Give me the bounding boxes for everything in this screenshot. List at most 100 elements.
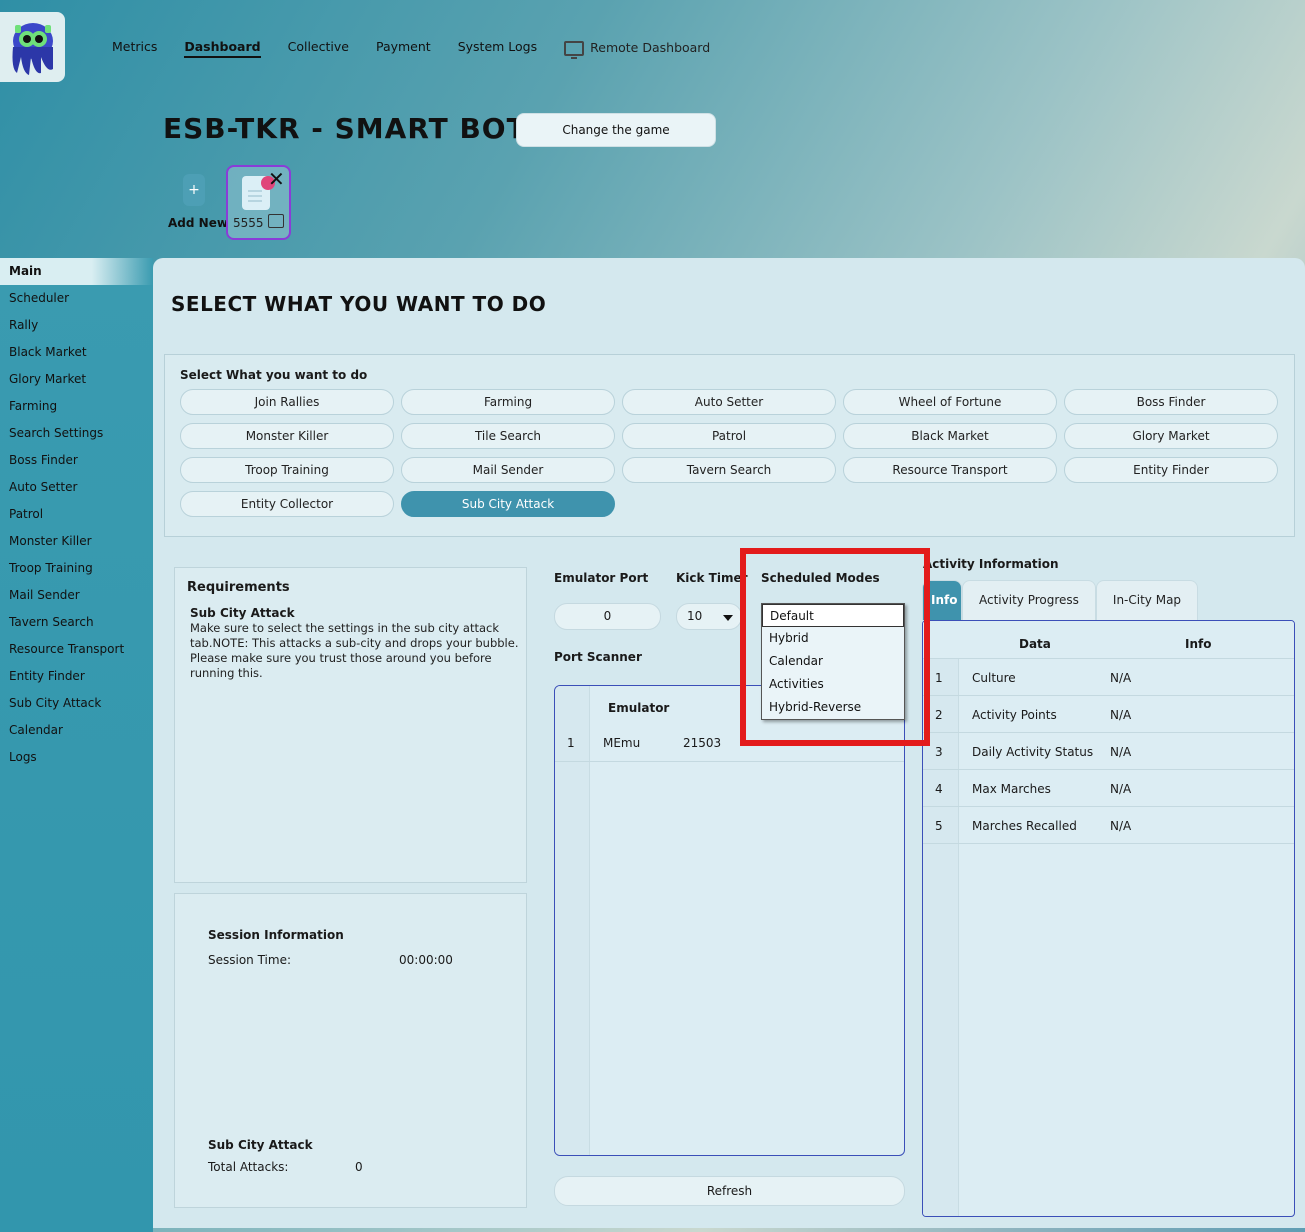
sidebar-item-monster-killer[interactable]: Monster Killer	[0, 528, 153, 555]
nav-system-logs[interactable]: System Logs	[458, 38, 537, 58]
tab-activity-progress[interactable]: Activity Progress	[962, 580, 1096, 620]
row-index: 4	[935, 782, 943, 796]
sidebar-item-glory-market[interactable]: Glory Market	[0, 366, 153, 393]
page-title: ESB-TKR - SMART BOT	[163, 112, 527, 145]
table-row[interactable]: 3 Daily Activity Status N/A	[923, 733, 1294, 770]
task-tavern-search[interactable]: Tavern Search	[622, 457, 836, 483]
session-panel: Session Information Session Time: 00:00:…	[174, 893, 527, 1208]
sidebar-item-mail-sender[interactable]: Mail Sender	[0, 582, 153, 609]
row-index: 2	[935, 708, 943, 722]
nav-dashboard[interactable]: Dashboard	[184, 38, 261, 58]
row-data: Culture	[972, 671, 1016, 685]
activity-table: Data Info 1 Culture N/A 2 Activity Point…	[922, 620, 1295, 1217]
task-mail-sender[interactable]: Mail Sender	[401, 457, 615, 483]
row-emulator: MEmu	[603, 736, 641, 750]
row-info: N/A	[1110, 745, 1132, 759]
tab-in-city-map[interactable]: In-City Map	[1095, 580, 1199, 620]
task-wheel-of-fortune[interactable]: Wheel of Fortune	[843, 389, 1057, 415]
sidebar-item-auto-setter[interactable]: Auto Setter	[0, 474, 153, 501]
requirements-subheading: Sub City Attack	[190, 606, 295, 620]
table-row[interactable]: 5 Marches Recalled N/A	[923, 807, 1294, 844]
task-join-rallies[interactable]: Join Rallies	[180, 389, 394, 415]
kick-timer-select[interactable]: 10	[676, 603, 742, 630]
sidebar-item-troop-training[interactable]: Troop Training	[0, 555, 153, 582]
activity-table-header: Data Info	[923, 621, 1294, 659]
task-boss-finder[interactable]: Boss Finder	[1064, 389, 1278, 415]
row-data: Daily Activity Status	[972, 745, 1094, 759]
sidebar-item-black-market[interactable]: Black Market	[0, 339, 153, 366]
emulator-port-label: Emulator Port	[554, 571, 649, 585]
nav-payment[interactable]: Payment	[376, 38, 431, 58]
highlight-box	[740, 548, 930, 746]
sub-city-attack-heading: Sub City Attack	[208, 1138, 313, 1152]
row-index: 1	[935, 671, 943, 685]
sidebar-item-calendar[interactable]: Calendar	[0, 717, 153, 744]
row-info: N/A	[1110, 782, 1132, 796]
task-black-market[interactable]: Black Market	[843, 423, 1057, 449]
task-auto-setter[interactable]: Auto Setter	[622, 389, 836, 415]
sidebar-item-farming[interactable]: Farming	[0, 393, 153, 420]
emulator-column-header: Emulator	[608, 701, 670, 715]
nav-metrics[interactable]: Metrics	[112, 38, 157, 58]
task-selector-header: Select What you want to do	[180, 368, 368, 382]
session-time-value: 00:00:00	[399, 953, 453, 967]
row-port: 21503	[683, 736, 722, 750]
total-attacks-value: 0	[355, 1160, 363, 1174]
sidebar-item-sub-city-attack[interactable]: Sub City Attack	[0, 690, 153, 717]
nav-collective[interactable]: Collective	[288, 38, 349, 58]
row-data: Max Marches	[972, 782, 1051, 796]
sidebar: Main Scheduler Rally Black Market Glory …	[0, 258, 153, 1232]
row-index: 1	[567, 736, 575, 750]
task-tile-search[interactable]: Tile Search	[401, 423, 615, 449]
top-nav: Metrics Dashboard Collective Payment Sys…	[112, 38, 711, 59]
row-info: N/A	[1110, 671, 1132, 685]
emulator-port-input[interactable]: 0	[554, 603, 661, 630]
task-entity-finder[interactable]: Entity Finder	[1064, 457, 1278, 483]
task-farming[interactable]: Farming	[401, 389, 615, 415]
sidebar-item-resource-transport[interactable]: Resource Transport	[0, 636, 153, 663]
task-troop-training[interactable]: Troop Training	[180, 457, 394, 483]
caret-down-icon	[723, 615, 733, 621]
sidebar-item-scheduler[interactable]: Scheduler	[0, 285, 153, 312]
close-icon[interactable]: ✕	[268, 169, 285, 189]
table-row[interactable]: 1 Culture N/A	[923, 659, 1294, 696]
requirements-panel: Requirements Sub City Attack Make sure t…	[174, 567, 527, 883]
session-heading: Session Information	[208, 928, 344, 942]
sidebar-item-rally[interactable]: Rally	[0, 312, 153, 339]
task-monster-killer[interactable]: Monster Killer	[180, 423, 394, 449]
sidebar-item-entity-finder[interactable]: Entity Finder	[0, 663, 153, 690]
add-new-profile[interactable]: + Add New	[168, 174, 228, 230]
total-attacks-label: Total Attacks:	[208, 1160, 289, 1174]
app-logo[interactable]	[0, 12, 65, 82]
table-row[interactable]: 4 Max Marches N/A	[923, 770, 1294, 807]
task-patrol[interactable]: Patrol	[622, 423, 836, 449]
sidebar-item-tavern-search[interactable]: Tavern Search	[0, 609, 153, 636]
monitor-icon	[564, 40, 585, 59]
profile-card[interactable]: ✕ 5555	[226, 165, 291, 240]
add-new-label: Add New	[168, 216, 228, 230]
sidebar-item-boss-finder[interactable]: Boss Finder	[0, 447, 153, 474]
data-column-header: Data	[1019, 637, 1051, 651]
octopus-logo-icon	[12, 23, 53, 75]
profile-name: 5555	[233, 216, 264, 230]
change-game-button[interactable]: Change the game	[516, 113, 716, 147]
session-time-label: Session Time:	[208, 953, 292, 967]
task-entity-collector[interactable]: Entity Collector	[180, 491, 394, 517]
task-resource-transport[interactable]: Resource Transport	[843, 457, 1057, 483]
edit-icon[interactable]	[268, 214, 284, 228]
sidebar-item-patrol[interactable]: Patrol	[0, 501, 153, 528]
row-data: Activity Points	[972, 708, 1057, 722]
nav-remote-dashboard[interactable]: Remote Dashboard	[564, 38, 711, 59]
refresh-button[interactable]: Refresh	[554, 1176, 905, 1206]
task-selector: Select What you want to do Join Rallies …	[164, 354, 1295, 537]
task-sub-city-attack[interactable]: Sub City Attack	[401, 491, 615, 517]
sidebar-item-main[interactable]: Main	[0, 258, 153, 285]
plus-icon: +	[183, 174, 205, 206]
main-panel: SELECT WHAT YOU WANT TO DO Select What y…	[153, 258, 1305, 1228]
task-glory-market[interactable]: Glory Market	[1064, 423, 1278, 449]
sidebar-item-search-settings[interactable]: Search Settings	[0, 420, 153, 447]
nav-remote-label: Remote Dashboard	[590, 40, 711, 55]
table-row[interactable]: 2 Activity Points N/A	[923, 696, 1294, 733]
row-data: Marches Recalled	[972, 819, 1077, 833]
sidebar-item-logs[interactable]: Logs	[0, 744, 153, 771]
